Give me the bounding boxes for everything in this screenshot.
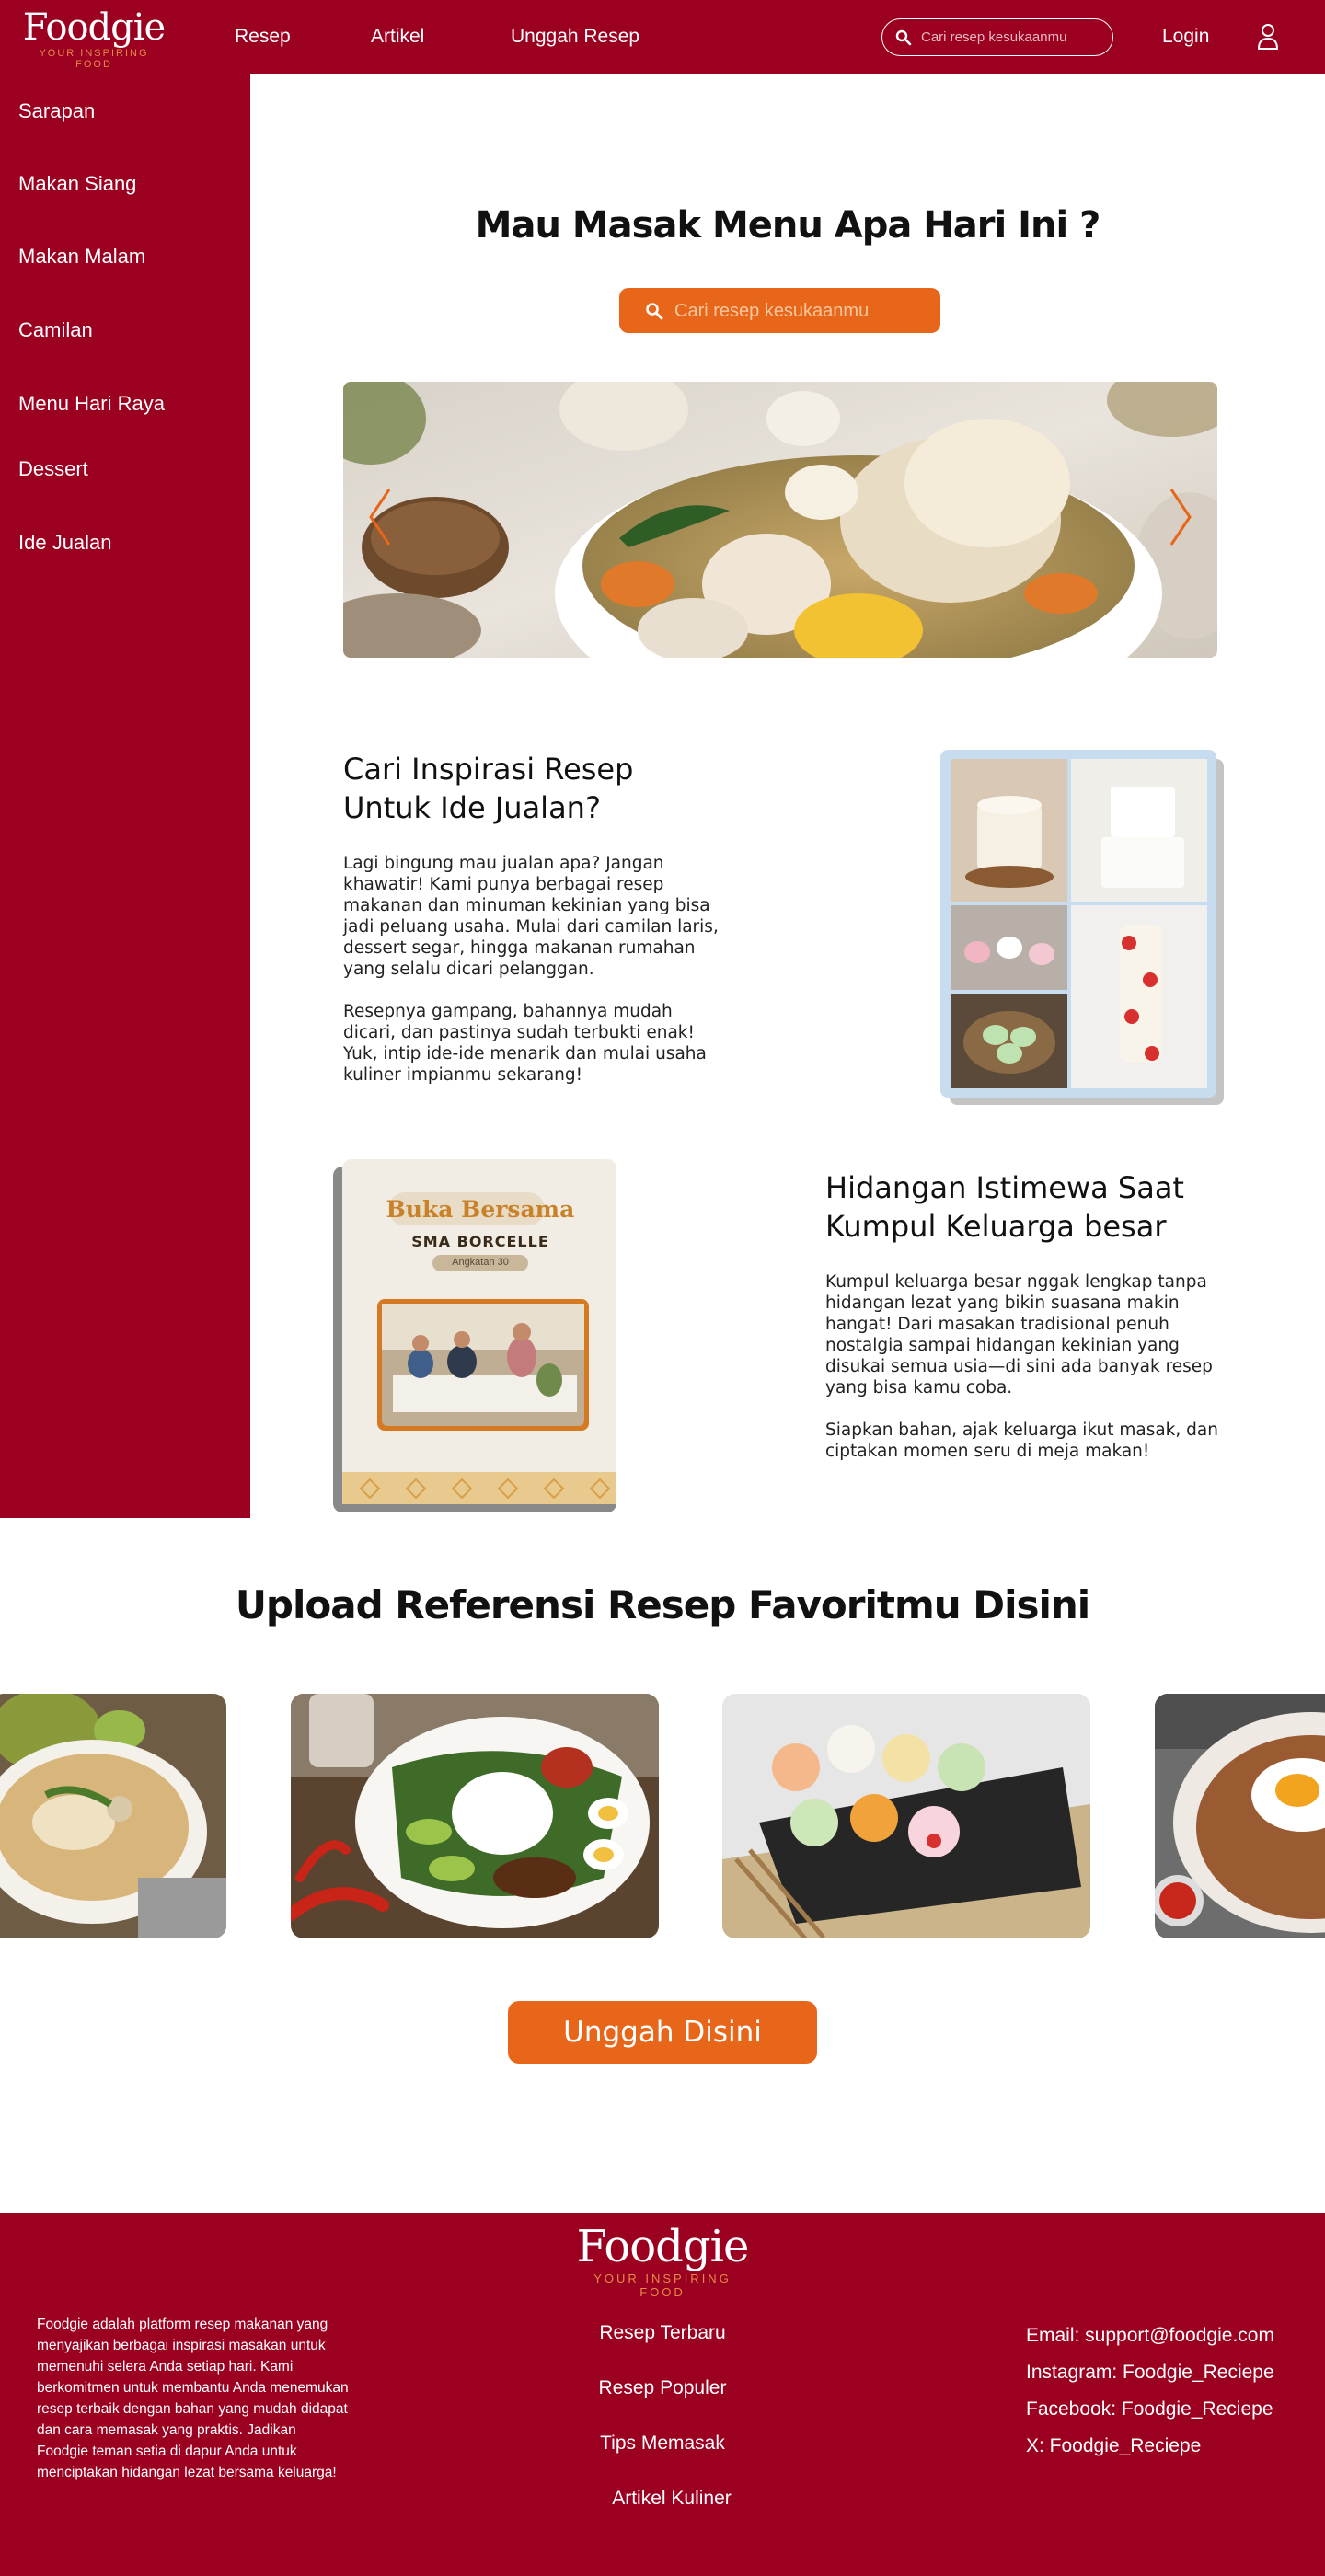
footer-link-tips-memasak[interactable]: Tips Memasak	[524, 2432, 801, 2455]
food-card-soto[interactable]	[0, 1694, 226, 1938]
nav-unggah-resep[interactable]: Unggah Resep	[511, 25, 639, 49]
sidebar-item-dessert[interactable]: Dessert	[18, 456, 88, 482]
nav-resep[interactable]: Resep	[235, 25, 291, 49]
brand-name: Foodgie	[22, 6, 166, 49]
poster-subtitle: SMA BORCELLE	[411, 1233, 549, 1250]
mochi-image	[722, 1694, 1090, 1938]
jualan-paragraph-1: Lagi bingung mau jualan apa? Jangan khaw…	[343, 854, 719, 979]
sidebar-item-makan-malam[interactable]: Makan Malam	[18, 244, 145, 270]
upload-button[interactable]: Unggah Disini	[508, 2001, 817, 2064]
top-navbar: Foodgie YOUR INSPIRING FOOD Resep Artike…	[0, 0, 1325, 74]
login-link[interactable]: Login	[1162, 25, 1209, 49]
hero-carousel[interactable]	[343, 382, 1217, 658]
footer-contact-email[interactable]: Email: support@foodgie.com	[1026, 2324, 1274, 2348]
footer-link-resep-populer[interactable]: Resep Populer	[524, 2376, 801, 2400]
sidebar-item-ide-jualan[interactable]: Ide Jualan	[18, 530, 112, 556]
footer-brand-tagline: YOUR INSPIRING FOOD	[593, 2271, 732, 2299]
keluarga-paragraph-2: Siapkan bahan, ajak keluarga ikut masak,…	[825, 1420, 1218, 1461]
food-card-nasi-lemak[interactable]	[291, 1694, 659, 1938]
soup-image	[343, 382, 1217, 658]
sidebar-item-camilan[interactable]: Camilan	[18, 317, 93, 343]
soto-image	[0, 1694, 226, 1938]
poster-badge: Angkatan 30	[452, 1257, 509, 1268]
nasi-telur-image	[1155, 1694, 1325, 1938]
jualan-paragraph-2: Resepnya gampang, bahannya mudah dicari,…	[343, 1002, 707, 1085]
footer-link-artikel-kuliner[interactable]: Artikel Kuliner	[534, 2487, 810, 2511]
dessert-collage-image	[940, 750, 1224, 1105]
poster-title: Buka Bersama	[386, 1196, 575, 1223]
search-icon	[646, 303, 663, 320]
nasi-lemak-image	[291, 1694, 659, 1938]
footer-contact-facebook[interactable]: Facebook: Foodgie_Reciepe	[1026, 2398, 1273, 2421]
upload-title: Upload Referensi Resep Favoritmu Disini	[235, 1582, 1090, 1627]
category-sidebar: Sarapan Makan Siang Makan Malam Camilan …	[0, 74, 250, 1518]
hero-search[interactable]	[619, 288, 940, 333]
footer-logo[interactable]: Foodgie YOUR INSPIRING FOOD	[570, 2224, 755, 2299]
footer-contact-instagram[interactable]: Instagram: Foodgie_Reciepe	[1026, 2361, 1274, 2385]
keluarga-title: Hidangan Istimewa Saat Kumpul Keluarga b…	[825, 1170, 1184, 1244]
user-icon[interactable]	[1257, 23, 1279, 51]
footer: Foodgie YOUR INSPIRING FOOD Foodgie adal…	[0, 2213, 1325, 2576]
sidebar-item-sarapan[interactable]: Sarapan	[18, 98, 95, 124]
food-card-nasi-telur[interactable]	[1155, 1694, 1325, 1938]
hero-search-input[interactable]	[674, 300, 923, 322]
buka-bersama-poster: Buka Bersama SMA BORCELLE Angkatan 30	[333, 1159, 618, 1513]
hero-title: Mau Masak Menu Apa Hari Ini ?	[475, 204, 1101, 247]
chevron-left-icon[interactable]	[362, 485, 398, 549]
chevron-right-icon[interactable]	[1162, 485, 1199, 549]
header-search[interactable]	[881, 18, 1113, 56]
sidebar-item-menu-hari-raya[interactable]: Menu Hari Raya	[18, 391, 165, 417]
brand-tagline: YOUR INSPIRING FOOD	[39, 48, 149, 70]
jualan-title: Cari Inspirasi Resep Untuk Ide Jualan?	[343, 752, 634, 825]
footer-about: Foodgie adalah platform resep makanan ya…	[37, 2317, 349, 2480]
keluarga-paragraph-1: Kumpul keluarga besar nggak lengkap tanp…	[825, 1272, 1213, 1397]
footer-brand-name: Foodgie	[576, 2221, 750, 2272]
food-card-mochi[interactable]	[722, 1694, 1090, 1938]
nav-artikel[interactable]: Artikel	[371, 25, 424, 49]
sidebar-item-makan-siang[interactable]: Makan Siang	[18, 171, 136, 197]
header-search-input[interactable]	[921, 27, 1105, 47]
footer-contact-x[interactable]: X: Foodgie_Reciepe	[1026, 2434, 1201, 2458]
dessert-collage	[940, 750, 1224, 1105]
search-icon	[895, 29, 912, 46]
footer-link-resep-terbaru[interactable]: Resep Terbaru	[524, 2321, 801, 2345]
brand-logo[interactable]: Foodgie YOUR INSPIRING FOOD	[20, 9, 167, 70]
